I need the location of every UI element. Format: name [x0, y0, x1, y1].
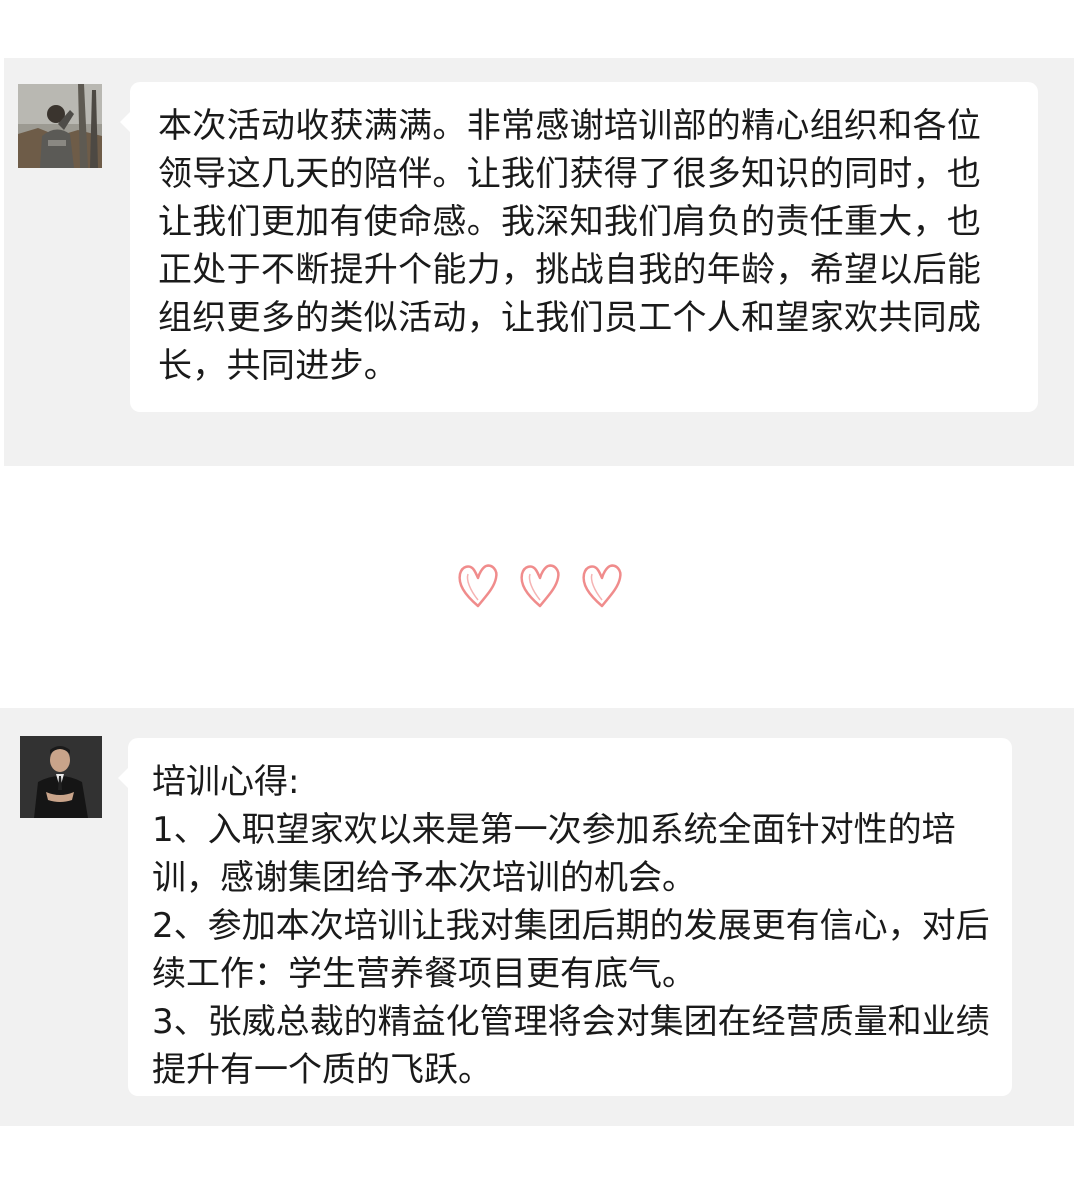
message-line: 续工作：学生营养餐项目更有底气。: [152, 954, 696, 994]
message-bubble-2: 培训心得: 1、入职望家欢以来是第一次参加系统全面针对性的培 训，感谢集团给予本…: [118, 738, 1012, 1096]
chat-message-panel-2: 培训心得: 1、入职望家欢以来是第一次参加系统全面针对性的培 训，感谢集团给予本…: [0, 708, 1074, 1126]
message-line: 本次活动收获满满。非常感谢培训部的精心组织和各位: [158, 106, 982, 146]
avatar[interactable]: [18, 84, 102, 168]
person-photo-outdoor: [18, 84, 102, 168]
message-line: 正处于不断提升个能力，挑战自我的年龄，希望以后能: [158, 250, 982, 290]
chat-message-panel-1: 本次活动收获满满。非常感谢培训部的精心组织和各位 领导这几天的陪伴。让我们获得了…: [4, 58, 1074, 466]
message-text-1: 本次活动收获满满。非常感谢培训部的精心组织和各位 领导这几天的陪伴。让我们获得了…: [158, 102, 981, 390]
hearts-divider: [454, 560, 634, 620]
message-line: 组织更多的类似活动，让我们员工个人和望家欢共同成: [158, 298, 982, 338]
message-line: 培训心得:: [152, 762, 300, 802]
chat-screenshot-page: 本次活动收获满满。非常感谢培训部的精心组织和各位 领导这几天的陪伴。让我们获得了…: [0, 0, 1080, 1196]
message-line: 提升有一个质的飞跃。: [152, 1050, 492, 1090]
heart-outline-icon: [458, 564, 498, 608]
message-text-2: 培训心得: 1、入职望家欢以来是第一次参加系统全面针对性的培 训，感谢集团给予本…: [152, 758, 990, 1094]
message-line: 长，共同进步。: [158, 346, 399, 386]
heart-outline-icon: [520, 564, 560, 608]
heart-outline-icon: [582, 564, 622, 608]
message-line: 2、参加本次培训让我对集团后期的发展更有信心，对后: [152, 906, 990, 946]
message-line: 训，感谢集团给予本次培训的机会。: [152, 858, 696, 898]
message-line: 让我们更加有使命感。我深知我们肩负的责任重大，也: [158, 202, 982, 242]
message-line: 1、入职望家欢以来是第一次参加系统全面针对性的培: [152, 810, 956, 850]
person-photo-suit: [20, 736, 102, 818]
message-line: 3、张威总裁的精益化管理将会对集团在经营质量和业绩: [152, 1002, 990, 1042]
avatar[interactable]: [20, 736, 102, 818]
message-line: 领导这几天的陪伴。让我们获得了很多知识的同时，也: [158, 154, 982, 194]
message-bubble-1: 本次活动收获满满。非常感谢培训部的精心组织和各位 领导这几天的陪伴。让我们获得了…: [120, 82, 1038, 412]
